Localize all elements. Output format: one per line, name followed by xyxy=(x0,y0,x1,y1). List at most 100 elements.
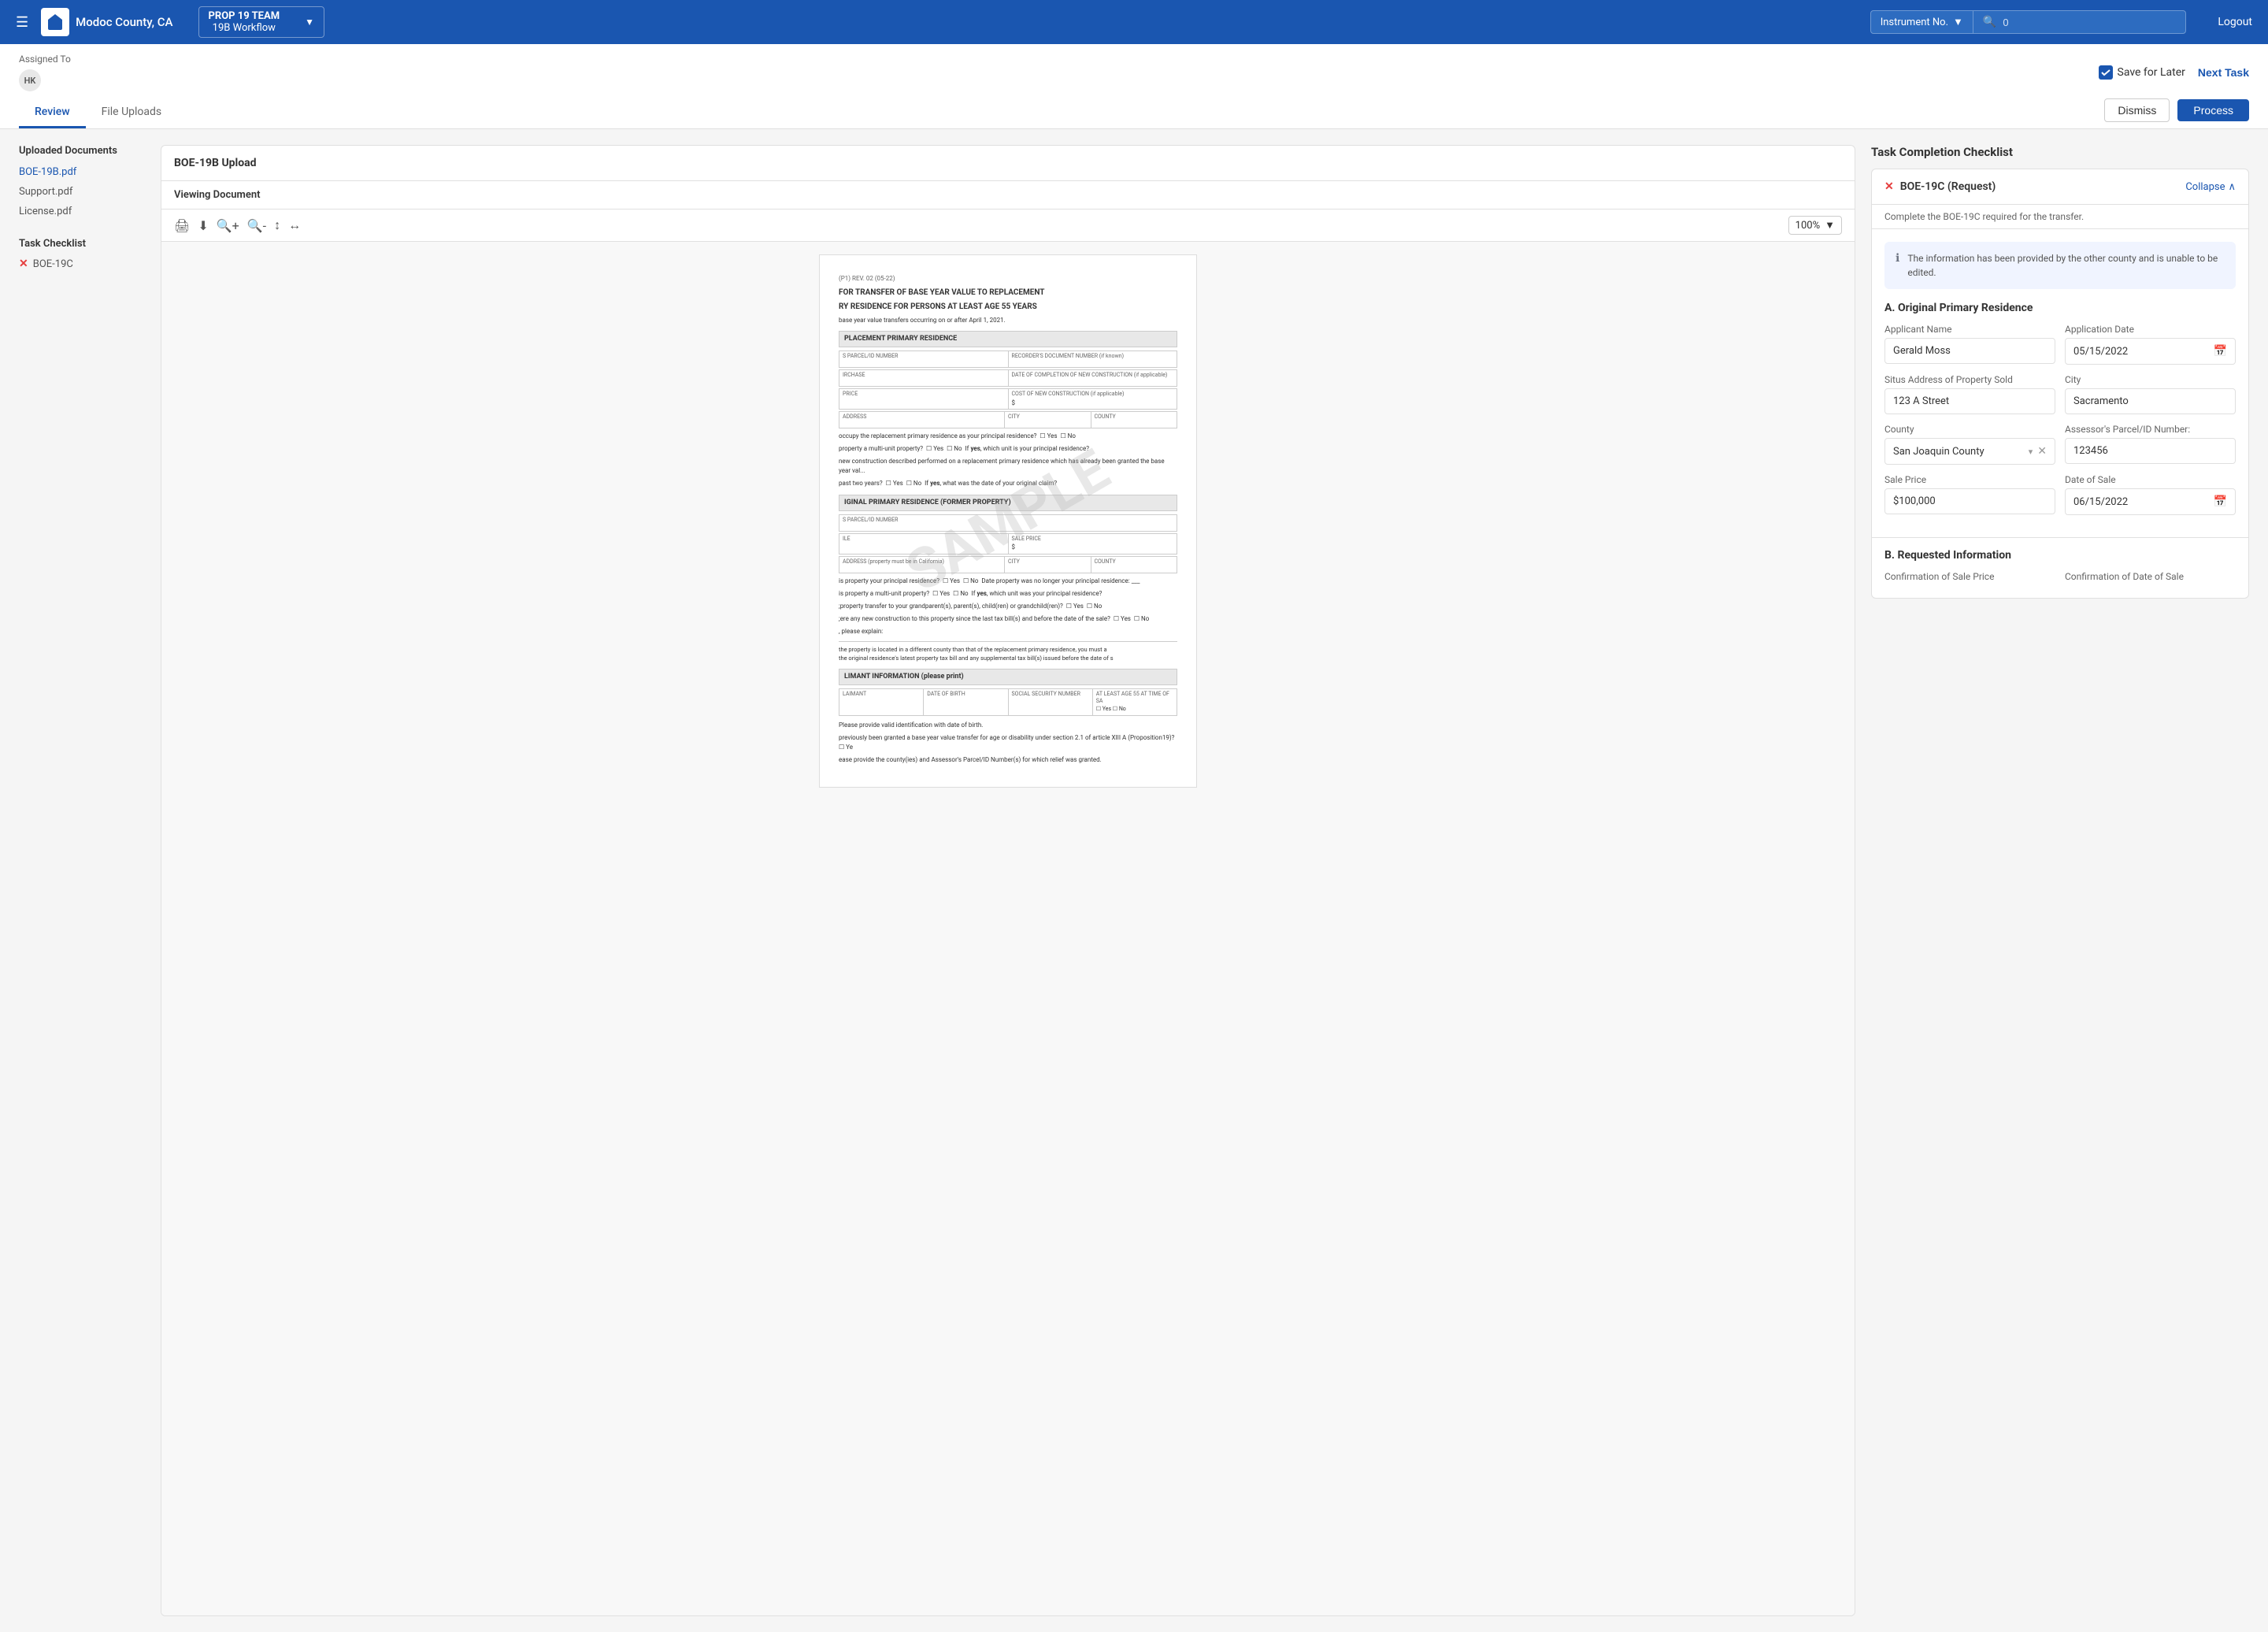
process-button[interactable]: Process xyxy=(2177,99,2249,121)
county-chevron-icon[interactable]: ▾ xyxy=(2029,447,2033,457)
doc-form-row-2: IRCHASE DATE OF COMPLETION OF NEW CONSTR… xyxy=(839,369,1177,387)
download-icon[interactable]: ⬇ xyxy=(198,218,208,233)
doc-prop19-q: previously been granted a base year valu… xyxy=(839,733,1177,752)
doc-dob-cell: DATE OF BIRTH xyxy=(924,689,1008,715)
applicant-name-value: Gerald Moss xyxy=(1884,338,2055,364)
doc-toolbar: 🖨 ⬇ 🔍+ 🔍- ↕ ↔ 100% ▼ xyxy=(161,210,1855,242)
sub-header: Assigned To HK Save for Later Next Task … xyxy=(0,44,2268,129)
save-for-later-label: Save for Later xyxy=(2118,66,2185,79)
doc-saleprice-label: SALE PRICE xyxy=(1012,536,1174,543)
city-value: Sacramento xyxy=(2065,388,2236,414)
task-checklist-section: Task Checklist ✕ BOE-19C xyxy=(19,238,145,270)
doc-address-label: ADDRESS xyxy=(843,414,1001,421)
doc-content: SAMPLE (P1) REV. 02 (05-22) FOR TRANSFER… xyxy=(161,242,1855,1615)
doc-page: SAMPLE (P1) REV. 02 (05-22) FOR TRANSFER… xyxy=(819,254,1197,788)
zoom-chevron-icon: ▼ xyxy=(1825,219,1835,232)
doc-form-row-1: S PARCEL/ID NUMBER RECORDER'S DOCUMENT N… xyxy=(839,351,1177,368)
rotate-icon[interactable]: ↕ xyxy=(274,217,280,233)
form-group-sale-price: Sale Price $100,000 xyxy=(1884,474,2055,515)
fullscreen-icon[interactable]: ↔ xyxy=(288,217,301,233)
doc-parcel2-label: S PARCEL/ID NUMBER xyxy=(843,517,1173,525)
search-icon: 🔍 xyxy=(1983,16,1996,28)
zoom-in-icon[interactable]: 🔍+ xyxy=(217,218,239,233)
collapse-button[interactable]: Collapse ∧ xyxy=(2185,181,2236,193)
search-type-select[interactable]: Instrument No. ▼ xyxy=(1871,11,1973,33)
uploaded-docs-title: Uploaded Documents xyxy=(19,145,145,157)
sidebar-file-license[interactable]: License.pdf xyxy=(19,204,145,219)
tab-review[interactable]: Review xyxy=(19,98,86,128)
doc-address-cell: ADDRESS xyxy=(839,412,1005,428)
confirm-date-label: Confirmation of Date of Sale xyxy=(2065,571,2236,582)
checklist-card-title: BOE-19C (Request) xyxy=(1900,180,1996,193)
sidebar-file-support[interactable]: Support.pdf xyxy=(19,184,145,199)
logout-link[interactable]: Logout xyxy=(2218,16,2252,28)
doc-q4: past two years? ☐ Yes ☐ No If yes, what … xyxy=(839,479,1177,488)
doc-age-label: AT LEAST AGE 55 AT TIME OF SA xyxy=(1096,691,1173,707)
viewer-section-title: BOE-19B Upload xyxy=(161,146,1855,181)
team-box: PROP 19 TEAM 19B Workflow ▼ xyxy=(198,6,324,38)
avatar: HK xyxy=(19,69,41,91)
team-chevron-icon[interactable]: ▼ xyxy=(305,17,314,28)
doc-laimant-row: LAIMANT DATE OF BIRTH SOCIAL SECURITY NU… xyxy=(839,688,1177,716)
situs-address-label: Situs Address of Property Sold xyxy=(1884,374,2055,385)
team-info: PROP 19 TEAM 19B Workflow xyxy=(209,10,280,34)
next-task-button[interactable]: Next Task xyxy=(2198,66,2249,79)
section-b: B. Requested Information Confirmation of… xyxy=(1872,537,2248,598)
doc-city2-cell: CITY xyxy=(1005,557,1091,573)
form-group-application-date: Application Date 05/15/2022 📅 xyxy=(2065,324,2236,365)
right-panel: Task Completion Checklist ✕ BOE-19C (Req… xyxy=(1871,145,2249,1616)
doc-dollar2: $ xyxy=(1012,543,1174,551)
doc-form-row-5: S PARCEL/ID NUMBER xyxy=(839,514,1177,532)
task-checklist-title: Task Checklist xyxy=(19,238,145,250)
doc-city-cell: CITY xyxy=(1005,412,1091,428)
dismiss-button[interactable]: Dismiss xyxy=(2104,98,2170,122)
doc-section2: IGINAL PRIMARY RESIDENCE (FORMER PROPERT… xyxy=(839,495,1177,511)
zoom-out-icon[interactable]: 🔍- xyxy=(247,218,266,233)
county-select: San Joaquin County ▾ ✕ xyxy=(1884,438,2055,465)
doc-cost-label: COST OF NEW CONSTRUCTION (if applicable) xyxy=(1012,391,1174,399)
date-of-sale-text: 06/15/2022 xyxy=(2073,496,2128,508)
application-date-text: 05/15/2022 xyxy=(2073,346,2128,358)
info-icon: ℹ xyxy=(1896,252,1899,265)
checklist-title-row: ✕ BOE-19C (Request) xyxy=(1884,180,1996,193)
doc-note: base year value transfers occurring on o… xyxy=(839,316,1177,325)
doc-ssn-cell: SOCIAL SECURITY NUMBER xyxy=(1009,689,1093,715)
menu-icon[interactable]: ☰ xyxy=(16,14,28,31)
doc-completion-label: DATE OF COMPLETION OF NEW CONSTRUCTION (… xyxy=(1012,372,1174,380)
county-clear-icon[interactable]: ✕ xyxy=(2037,445,2047,458)
doc-claimant-label: LAIMANT xyxy=(843,691,920,699)
doc-saleprice-cell: SALE PRICE $ xyxy=(1009,534,1177,554)
section-b-row: Confirmation of Sale Price Confirmation … xyxy=(1884,571,2236,582)
doc-id-note: Please provide valid identification with… xyxy=(839,721,1177,730)
application-date-label: Application Date xyxy=(2065,324,2236,335)
doc-title: FOR TRANSFER OF BASE YEAR VALUE TO REPLA… xyxy=(839,287,1177,299)
sidebar-file-boe19b[interactable]: BOE-19B.pdf xyxy=(19,165,145,180)
doc-sale-label: ILE xyxy=(843,536,1005,543)
form-row-county-parcel: County San Joaquin County ▾ ✕ Assessor's… xyxy=(1884,424,2236,465)
right-panel-title: Task Completion Checklist xyxy=(1871,145,2249,159)
zoom-select[interactable]: 100% ▼ xyxy=(1788,216,1842,235)
doc-ssn-label: SOCIAL SECURITY NUMBER xyxy=(1012,691,1089,699)
info-box: ℹ The information has been provided by t… xyxy=(1884,242,2236,289)
doc-purchase-cell: IRCHASE xyxy=(839,370,1009,386)
confirm-sale-price-label: Confirmation of Sale Price xyxy=(1884,571,2055,582)
form-group-applicant-name: Applicant Name Gerald Moss xyxy=(1884,324,2055,365)
info-text: The information has been provided by the… xyxy=(1907,251,2225,280)
sub-header-top: Assigned To HK Save for Later Next Task xyxy=(19,44,2249,98)
print-icon[interactable]: 🖨 xyxy=(174,218,190,233)
team-name: PROP 19 TEAM xyxy=(209,10,280,22)
doc-cost-cell: COST OF NEW CONSTRUCTION (if applicable)… xyxy=(1009,389,1177,409)
doc-q3: new construction described performed on … xyxy=(839,457,1177,476)
doc-sale-cell: ILE xyxy=(839,534,1009,554)
search-bar: Instrument No. ▼ 🔍 xyxy=(1870,10,2187,34)
save-for-later-checkbox[interactable]: Save for Later xyxy=(2099,65,2185,80)
doc-q2: property a multi-unit property? ☐ Yes ☐ … xyxy=(839,444,1177,454)
tab-file-uploads[interactable]: File Uploads xyxy=(86,98,178,128)
workflow-label: 19B Workflow xyxy=(209,22,280,34)
doc-completion-cell: DATE OF COMPLETION OF NEW CONSTRUCTION (… xyxy=(1009,370,1177,386)
doc-county2-label: COUNTY xyxy=(1095,558,1174,566)
doc-rev: (P1) REV. 02 (05-22) xyxy=(839,274,1177,283)
search-input[interactable] xyxy=(2003,17,2176,28)
doc-section1: PLACEMENT PRIMARY RESIDENCE xyxy=(839,331,1177,347)
sale-price-label: Sale Price xyxy=(1884,474,2055,485)
